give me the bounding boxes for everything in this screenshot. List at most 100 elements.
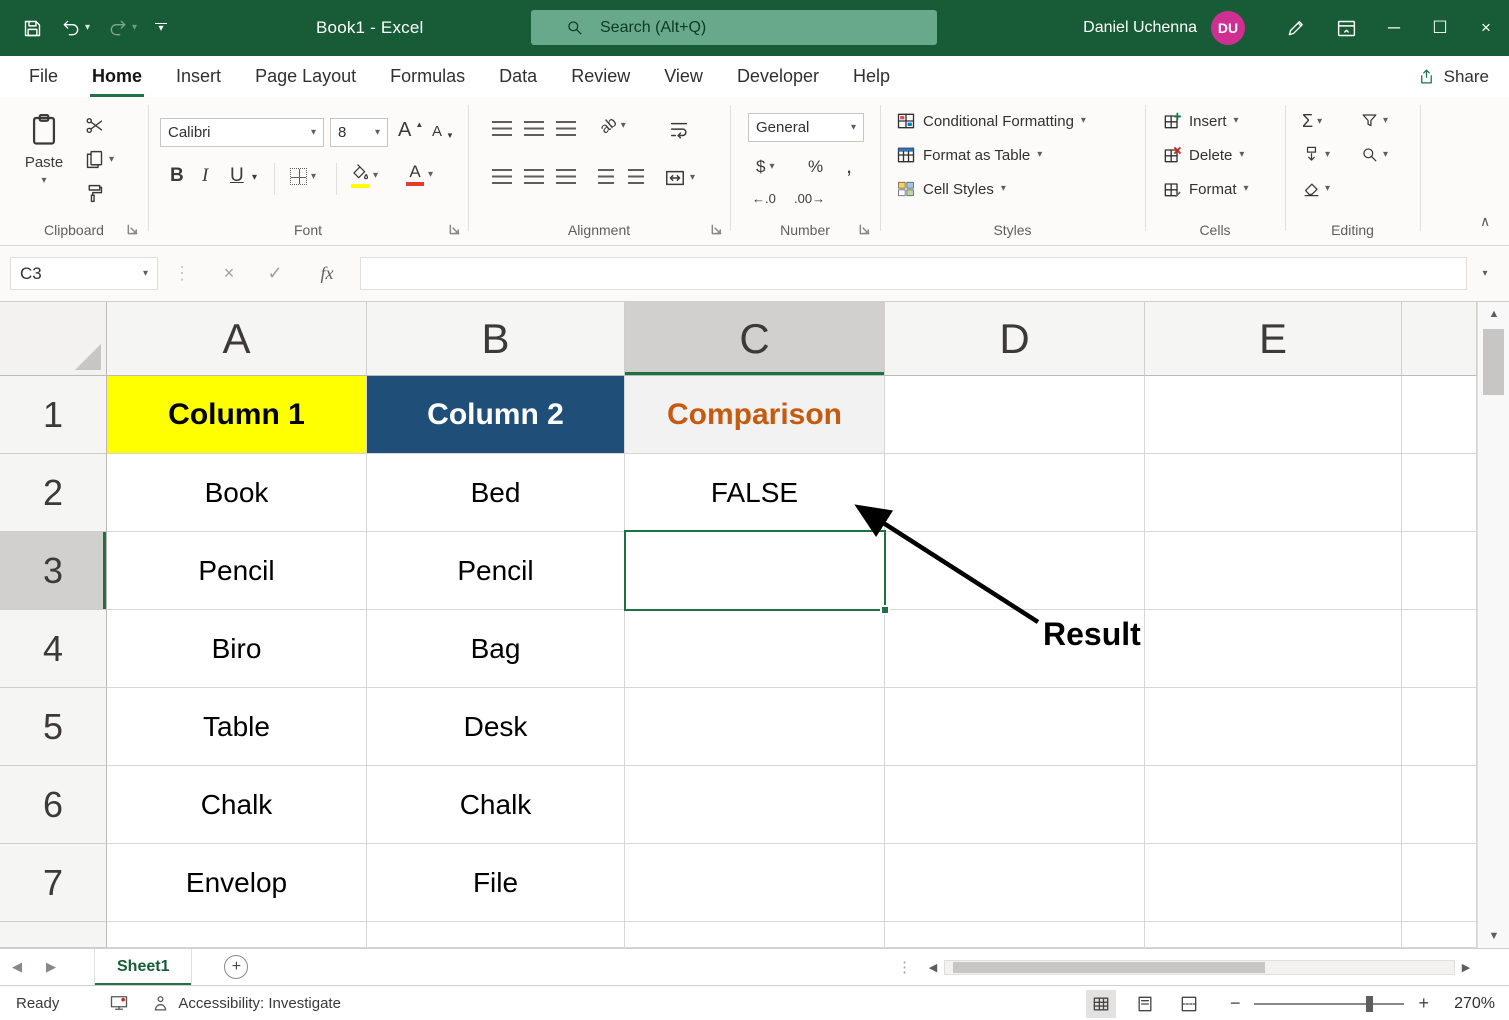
search-box[interactable] xyxy=(531,10,937,45)
increase-decimal-button[interactable]: ←.0 xyxy=(752,191,776,206)
font-size-combobox[interactable]: 8▾ xyxy=(330,118,388,147)
tab-insert[interactable]: Insert xyxy=(159,56,238,97)
cell-D3[interactable] xyxy=(885,532,1145,610)
shrink-font-button[interactable]: A▼ xyxy=(432,123,454,140)
name-box-splitter[interactable]: ⋮ xyxy=(172,257,192,290)
align-right-button[interactable] xyxy=(556,169,576,184)
scroll-left-icon[interactable]: ◀ xyxy=(922,956,944,979)
tab-view[interactable]: View xyxy=(647,56,720,97)
cell-A5[interactable]: Table xyxy=(107,688,367,766)
horizontal-scrollbar-thumb[interactable] xyxy=(953,962,1265,973)
col-header-partial[interactable] xyxy=(1402,302,1477,376)
collapse-ribbon-icon[interactable]: ∧ xyxy=(1480,213,1490,230)
bold-button[interactable]: B xyxy=(170,165,184,187)
name-box-chevron-icon[interactable]: ▾ xyxy=(143,269,148,279)
name-box[interactable]: C3 ▾ xyxy=(10,257,158,290)
col-header-B[interactable]: B xyxy=(367,302,625,376)
cell-C6[interactable] xyxy=(625,766,885,844)
cell-A7[interactable]: Envelop xyxy=(107,844,367,922)
ribbon-display-options-icon[interactable] xyxy=(1321,0,1371,56)
tab-help[interactable]: Help xyxy=(836,56,907,97)
col-header-E[interactable]: E xyxy=(1145,302,1402,376)
cell-C3-active[interactable] xyxy=(625,532,885,610)
align-center-button[interactable] xyxy=(524,169,544,184)
horizontal-scrollbar-track[interactable] xyxy=(944,960,1455,975)
ink-pen-icon[interactable] xyxy=(1271,0,1321,56)
italic-button[interactable]: I xyxy=(202,165,208,187)
cell-C5[interactable] xyxy=(625,688,885,766)
cell-D2[interactable] xyxy=(885,454,1145,532)
save-icon[interactable] xyxy=(22,18,43,39)
cell-A6[interactable]: Chalk xyxy=(107,766,367,844)
page-break-view-button[interactable] xyxy=(1174,990,1204,1018)
clipboard-dialog-launcher-icon[interactable] xyxy=(126,223,139,236)
redo-button[interactable]: ▾ xyxy=(108,18,137,38)
cell-D7[interactable] xyxy=(885,844,1145,922)
merge-center-button[interactable]: ▾ xyxy=(664,167,695,189)
cell-F6[interactable] xyxy=(1402,766,1477,844)
underline-button[interactable]: U xyxy=(230,165,244,187)
row-header-2[interactable]: 2 xyxy=(0,454,107,532)
tab-home[interactable]: Home xyxy=(75,56,159,97)
conditional-formatting-button[interactable]: Conditional Formatting▾ xyxy=(896,111,1086,131)
expand-formula-bar-icon[interactable]: ▾ xyxy=(1473,257,1497,290)
horizontal-scrollbar[interactable]: ◀ ▶ xyxy=(922,956,1477,979)
user-name[interactable]: Daniel Uchenna xyxy=(1083,19,1197,37)
cell-D1[interactable] xyxy=(885,376,1145,454)
row-header-6[interactable]: 6 xyxy=(0,766,107,844)
col-header-D[interactable]: D xyxy=(885,302,1145,376)
vertical-scrollbar[interactable]: ▲ ▼ xyxy=(1477,302,1509,948)
cell-C1[interactable]: Comparison xyxy=(625,376,885,454)
row-header-3[interactable]: 3 xyxy=(0,532,107,610)
cell-A8[interactable] xyxy=(107,922,367,948)
percent-style-button[interactable]: % xyxy=(808,157,823,177)
fill-color-button[interactable]: ▾ xyxy=(350,163,378,188)
decrease-decimal-button[interactable]: .00→ xyxy=(794,191,825,206)
enter-entry-icon[interactable]: ✓ xyxy=(258,257,292,290)
col-header-C[interactable]: C xyxy=(625,302,885,376)
formula-input[interactable] xyxy=(361,258,1466,289)
insert-cells-button[interactable]: Insert▾ xyxy=(1162,111,1239,131)
tab-review[interactable]: Review xyxy=(554,56,647,97)
row-header-1[interactable]: 1 xyxy=(0,376,107,454)
chevron-down-icon[interactable]: ▾ xyxy=(132,23,137,33)
accounting-format-button[interactable]: $▾ xyxy=(756,157,775,177)
tab-formulas[interactable]: Formulas xyxy=(373,56,482,97)
format-cells-button[interactable]: Format▾ xyxy=(1162,179,1249,199)
undo-button[interactable]: ▾ xyxy=(61,18,90,38)
zoom-out-button[interactable]: − xyxy=(1230,993,1241,1014)
copy-button[interactable]: ▾ xyxy=(84,149,114,170)
scroll-down-icon[interactable]: ▼ xyxy=(1478,924,1509,948)
align-left-button[interactable] xyxy=(492,169,512,184)
minimize-button[interactable]: ─ xyxy=(1371,0,1417,56)
zoom-level[interactable]: 270% xyxy=(1443,995,1495,1013)
wrap-text-button[interactable] xyxy=(668,119,690,141)
cell-C4[interactable] xyxy=(625,610,885,688)
cell-B5[interactable]: Desk xyxy=(367,688,625,766)
number-dialog-launcher-icon[interactable] xyxy=(858,223,871,236)
row-header-5[interactable]: 5 xyxy=(0,688,107,766)
sort-filter-button[interactable]: ▾ xyxy=(1360,111,1388,130)
cut-button[interactable] xyxy=(84,115,105,136)
row-header-4[interactable]: 4 xyxy=(0,610,107,688)
search-input[interactable] xyxy=(600,19,900,37)
cell-E6[interactable] xyxy=(1145,766,1402,844)
cell-E1[interactable] xyxy=(1145,376,1402,454)
macro-record-icon[interactable] xyxy=(109,993,129,1013)
cell-A3[interactable]: Pencil xyxy=(107,532,367,610)
orientation-button[interactable]: ab▾ xyxy=(600,117,626,134)
cell-F3[interactable] xyxy=(1402,532,1477,610)
chevron-down-icon[interactable]: ▾ xyxy=(85,23,90,33)
cell-B3[interactable]: Pencil xyxy=(367,532,625,610)
font-color-button[interactable]: A▾ xyxy=(406,163,433,186)
cell-F1[interactable] xyxy=(1402,376,1477,454)
row-header-7[interactable]: 7 xyxy=(0,844,107,922)
cell-F2[interactable] xyxy=(1402,454,1477,532)
cell-D5[interactable] xyxy=(885,688,1145,766)
tab-file[interactable]: File xyxy=(12,56,75,97)
align-bottom-button[interactable] xyxy=(556,121,576,136)
grow-font-button[interactable]: A▲ xyxy=(398,119,423,142)
scroll-up-icon[interactable]: ▲ xyxy=(1478,302,1509,326)
cell-F5[interactable] xyxy=(1402,688,1477,766)
zoom-slider-thumb[interactable] xyxy=(1366,996,1373,1012)
